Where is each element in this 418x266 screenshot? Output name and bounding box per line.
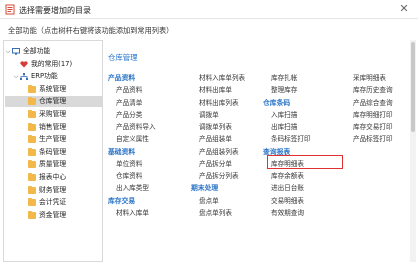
function-item[interactable]: 盘点单: [199, 195, 219, 205]
function-item[interactable]: 有效期查询: [271, 207, 304, 217]
section-title: 仓库管理: [108, 53, 138, 62]
tree-label: 质量管理: [39, 160, 67, 169]
folder-icon: [28, 97, 36, 106]
tree-label: 销售管理: [39, 122, 67, 131]
expand-toggle-icon[interactable]: ⌵: [5, 46, 11, 57]
function-item[interactable]: 产品资料: [116, 84, 142, 94]
scroll-thumb[interactable]: [411, 42, 415, 132]
function-tree: ⌵ 全部功能我的常用(17) ⌵ ERP功能系统管理仓库管理采购管理销售管理生产管理条…: [3, 40, 103, 262]
tree-label: 我的常用(17): [31, 59, 73, 68]
function-item[interactable]: 出入库类型: [116, 182, 149, 192]
function-item[interactable]: 产品分类: [116, 109, 142, 119]
function-item[interactable]: 库存扎帐: [271, 72, 297, 82]
folder-icon: [28, 110, 36, 118]
title-bar: 选择需要增加的目录 ✕: [0, 0, 418, 19]
close-button[interactable]: ✕: [398, 3, 410, 15]
highlight-box: [267, 154, 343, 169]
function-item[interactable]: 交易明细表: [271, 195, 304, 205]
tree-label: 仓库管理: [39, 97, 67, 106]
window-title: 选择需要增加的目录: [19, 6, 91, 15]
hint-text: 全部功能（点击树杆右键将该功能添加到常用列表）: [8, 26, 174, 35]
function-item[interactable]: 库存交易打印: [353, 121, 393, 131]
function-item[interactable]: 产品拆分单: [199, 158, 232, 168]
function-item[interactable]: 进出日台账: [271, 182, 304, 192]
tree-label: 生产管理: [39, 135, 67, 144]
function-item[interactable]: 单位资料: [116, 158, 142, 168]
folder-icon: [28, 198, 36, 207]
function-item[interactable]: 材料出库单: [199, 84, 232, 94]
function-item[interactable]: 调拨单: [199, 109, 219, 119]
function-item[interactable]: 仓库资料: [116, 170, 142, 180]
tree-label: 报表中心: [39, 173, 67, 181]
tree-label: 会计凭证: [39, 198, 67, 207]
tree-label: 资金管理: [39, 210, 67, 219]
function-item[interactable]: 材料入库单: [116, 207, 149, 217]
tree-label: 财务管理: [39, 185, 67, 194]
folder-icon: [28, 122, 36, 131]
function-item[interactable]: 出库扫描: [271, 121, 297, 131]
heart-icon: [20, 60, 28, 68]
folder-icon: [28, 185, 36, 194]
folder-icon: [28, 173, 36, 181]
folder-icon: [28, 160, 36, 169]
function-item[interactable]: 库存历史查询: [353, 84, 393, 94]
function-panel: 仓库管理 产品资料 产品资料 产品清单 产品分类 产品资料导入 自定义属性 基础资料 单位资料…: [104, 40, 408, 262]
tree-label: 条码管理: [39, 147, 67, 156]
tree-scrollbar[interactable]: [410, 40, 416, 262]
category-heading: 期末处理: [191, 184, 219, 193]
function-item[interactable]: 库存余额表: [271, 170, 304, 180]
network-icon: [20, 73, 28, 81]
monitor-icon: [12, 48, 20, 55]
folder-icon: [28, 135, 36, 144]
function-item[interactable]: 材料出库列表: [199, 97, 239, 107]
tree-label: 全部功能: [23, 47, 51, 55]
function-item[interactable]: 产品拆分列表: [199, 170, 239, 180]
tree-label: ERP功能: [31, 72, 58, 81]
app-icon: [5, 4, 15, 15]
function-item[interactable]: 盘点单列表: [199, 207, 232, 217]
function-item[interactable]: 产品综合查询: [353, 97, 393, 107]
function-item[interactable]: 整理库存: [271, 84, 297, 94]
function-item[interactable]: 产品清单: [116, 97, 142, 107]
folder-icon: [28, 210, 36, 219]
function-item[interactable]: 自定义属性: [116, 133, 149, 143]
function-item[interactable]: 产品组装单: [199, 133, 232, 143]
function-item[interactable]: 材料入库单列表: [199, 72, 245, 82]
category-heading: 库存交易: [108, 196, 136, 205]
function-item[interactable]: 库存明细打印: [353, 109, 393, 119]
category-heading: 基础资料: [108, 147, 136, 156]
expand-toggle-icon[interactable]: ⌵: [13, 71, 19, 82]
folder-icon: [28, 84, 36, 93]
function-item[interactable]: 采库明细表: [353, 72, 386, 82]
tree-label: 采购管理: [39, 110, 67, 118]
function-item[interactable]: 调拨单列表: [199, 121, 232, 131]
category-heading: 产品资料: [108, 74, 136, 82]
function-item[interactable]: 产品标签打印: [353, 133, 393, 143]
function-item[interactable]: 条码标签打印: [271, 133, 311, 143]
function-item[interactable]: 入库扫描: [271, 109, 297, 119]
function-item[interactable]: 产品资料导入: [116, 121, 156, 131]
folder-icon: [28, 147, 36, 156]
tree-label: 系统管理: [39, 84, 67, 93]
function-item[interactable]: 产品组装列表: [199, 146, 239, 156]
category-heading: 仓库条码: [263, 98, 291, 107]
